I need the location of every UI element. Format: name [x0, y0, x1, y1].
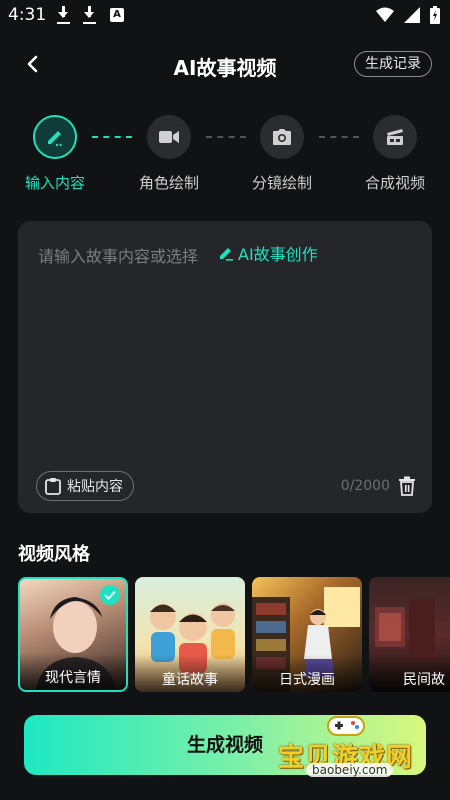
paste-content-label: 粘贴内容	[67, 479, 123, 495]
clear-button[interactable]	[398, 476, 416, 496]
style-label: 童话故事	[135, 655, 245, 692]
step-storyboard-drawing[interactable]: 分镜绘制	[237, 115, 327, 193]
watermark-url: baobeiy.com	[306, 763, 394, 777]
ai-story-create-label: AI故事创作	[238, 245, 318, 264]
step-circle	[260, 115, 304, 159]
history-button[interactable]: 生成记录	[354, 51, 432, 77]
story-input-field[interactable]: 请输入故事内容或选择 AI故事创作 粘贴内容 0/2000	[18, 221, 432, 513]
step-compose-video[interactable]: 合成视频	[350, 115, 440, 193]
progress-steps: 输入内容 角色绘制 分镜绘制 合成视频	[0, 115, 450, 195]
step-label: 输入内容	[24, 174, 85, 192]
step-label: 角色绘制	[138, 174, 199, 192]
download-icon	[82, 6, 96, 24]
character-count: 0/2000	[340, 478, 390, 494]
system-icons	[376, 6, 440, 24]
signal-icon	[404, 7, 420, 23]
app-screen: 4:31 A AI故事视频 生成记录 输入内容 角色绘制 分镜绘制 合成视频 请…	[0, 0, 450, 800]
video-style-list: 现代言情 童话故事 日式漫画 民间故	[18, 577, 450, 692]
status-bar: 4:31 A	[0, 0, 450, 32]
notification-icons: A	[56, 6, 124, 24]
step-circle	[147, 115, 191, 159]
film-icon	[387, 129, 403, 145]
step-circle	[373, 115, 417, 159]
clipboard-icon	[45, 478, 61, 495]
app-notification-icon: A	[110, 8, 124, 22]
camera-icon	[273, 129, 291, 145]
status-time: 4:31	[8, 5, 47, 25]
style-card-fairy-tale[interactable]: 童话故事	[135, 577, 245, 692]
video-camera-icon	[159, 131, 179, 143]
step-label: 合成视频	[364, 174, 425, 192]
style-card-japanese-manga[interactable]: 日式漫画	[252, 577, 362, 692]
video-style-title: 视频风格	[18, 544, 90, 565]
step-character-drawing[interactable]: 角色绘制	[124, 115, 214, 193]
paste-content-button[interactable]: 粘贴内容	[36, 471, 134, 501]
battery-icon	[430, 6, 440, 24]
style-card-folk-tale[interactable]: 民间故	[369, 577, 450, 692]
trash-icon	[399, 476, 415, 496]
pencil-icon	[220, 248, 233, 261]
step-label: 分镜绘制	[251, 174, 312, 192]
download-icon	[56, 6, 70, 24]
watermark-logo: 宝贝游戏网 baobeiy.com	[278, 713, 428, 783]
story-placeholder: 请输入故事内容或选择	[38, 247, 199, 266]
style-label: 日式漫画	[252, 655, 362, 692]
pencil-icon	[48, 131, 62, 147]
style-card-modern-romance[interactable]: 现代言情	[18, 577, 128, 692]
wifi-icon	[376, 7, 394, 22]
header: AI故事视频 生成记录	[0, 44, 450, 88]
step-input-content[interactable]: 输入内容	[10, 115, 100, 193]
ai-story-create-link[interactable]: AI故事创作	[218, 241, 318, 265]
style-label: 民间故	[369, 655, 450, 692]
selected-check-icon	[100, 585, 120, 605]
step-circle	[33, 115, 77, 159]
gamepad-icon	[327, 716, 365, 736]
style-label: 现代言情	[20, 653, 126, 690]
